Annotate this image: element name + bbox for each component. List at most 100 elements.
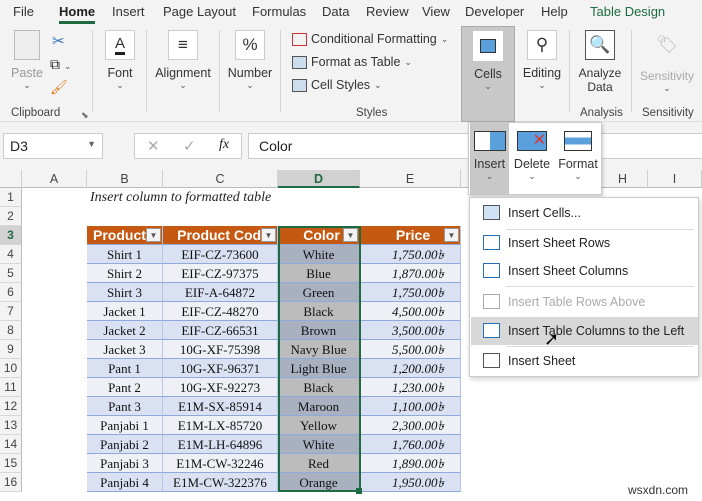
tab-home[interactable]: Home bbox=[59, 4, 96, 24]
table-cell[interactable]: E1M-LH-64896 bbox=[163, 435, 278, 454]
table-cell[interactable]: White bbox=[278, 245, 360, 264]
table-cell[interactable]: 1,870.00৳ bbox=[360, 264, 461, 283]
row-header[interactable]: 3 bbox=[0, 226, 22, 245]
row-header[interactable]: 9 bbox=[0, 340, 22, 359]
table-cell[interactable]: 1,230.00৳ bbox=[360, 378, 461, 397]
column-header[interactable]: B bbox=[87, 170, 163, 188]
tab-formulas[interactable]: Formulas bbox=[252, 4, 306, 19]
table-cell[interactable]: EIF-CZ-73600 bbox=[163, 245, 278, 264]
insert-button[interactable]: Insert ⌄ bbox=[470, 123, 509, 195]
select-all-button[interactable] bbox=[0, 170, 22, 188]
table-cell[interactable]: 1,100.00৳ bbox=[360, 397, 461, 416]
table-cell[interactable]: E1M-CW-32246 bbox=[163, 454, 278, 473]
filter-dropdown-icon[interactable]: ▼ bbox=[343, 228, 358, 242]
table-cell[interactable]: 10G-XF-92273 bbox=[163, 378, 278, 397]
table-header-cell[interactable]: Product ▼ bbox=[87, 226, 163, 245]
row-header[interactable]: 4 bbox=[0, 245, 22, 264]
conditional-formatting-button[interactable]: Conditional Formatting ⌄ bbox=[292, 32, 448, 46]
format-as-table-button[interactable]: Format as Table ⌄ bbox=[292, 55, 412, 69]
menu-insert-sheet-columns[interactable]: Insert Sheet Columns bbox=[471, 257, 698, 285]
table-cell[interactable]: E1M-LX-85720 bbox=[163, 416, 278, 435]
table-cell[interactable]: 1,750.00৳ bbox=[360, 245, 461, 264]
dialog-launcher-icon[interactable]: ⬊ bbox=[81, 110, 89, 121]
column-header[interactable]: A bbox=[22, 170, 87, 188]
row-header[interactable]: 14 bbox=[0, 435, 22, 454]
tab-insert[interactable]: Insert bbox=[112, 4, 145, 19]
table-cell[interactable]: 1,950.00৳ bbox=[360, 473, 461, 492]
fill-handle[interactable] bbox=[356, 488, 362, 494]
format-painter-icon[interactable]: 🖌 bbox=[50, 79, 68, 96]
analyze-data-button[interactable]: 🔍 Analyze Data bbox=[574, 30, 626, 94]
table-cell[interactable]: 4,500.00৳ bbox=[360, 302, 461, 321]
table-cell[interactable]: EIF-CZ-66531 bbox=[163, 321, 278, 340]
table-cell[interactable]: Green bbox=[278, 283, 360, 302]
table-cell[interactable]: Orange bbox=[278, 473, 360, 492]
menu-insert-sheet-rows[interactable]: Insert Sheet Rows bbox=[471, 229, 698, 257]
column-header[interactable]: C bbox=[163, 170, 278, 188]
filter-dropdown-icon[interactable]: ▼ bbox=[146, 228, 161, 242]
row-header[interactable]: 13 bbox=[0, 416, 22, 435]
table-cell[interactable]: 10G-XF-96371 bbox=[163, 359, 278, 378]
table-cell[interactable]: E1M-SX-85914 bbox=[163, 397, 278, 416]
table-cell[interactable]: Pant 3 bbox=[87, 397, 163, 416]
table-cell[interactable]: Black bbox=[278, 378, 360, 397]
table-cell[interactable]: Pant 2 bbox=[87, 378, 163, 397]
row-header[interactable]: 8 bbox=[0, 321, 22, 340]
table-cell[interactable]: Black bbox=[278, 302, 360, 321]
table-cell[interactable]: Shirt 2 bbox=[87, 264, 163, 283]
insert-function-icon[interactable]: fx bbox=[219, 137, 229, 153]
menu-insert-cells[interactable]: Insert Cells... bbox=[471, 199, 698, 227]
table-cell[interactable]: Pant 1 bbox=[87, 359, 163, 378]
table-cell[interactable]: Navy Blue bbox=[278, 340, 360, 359]
chevron-down-icon[interactable]: ▼ bbox=[87, 139, 96, 149]
format-button[interactable]: Format ⌄ bbox=[555, 123, 601, 195]
filter-dropdown-icon[interactable]: ▼ bbox=[261, 228, 276, 242]
alignment-button[interactable]: ≡ Alignment ⌄ bbox=[152, 30, 214, 91]
editing-button[interactable]: ⚲ Editing ⌄ bbox=[520, 30, 564, 91]
table-cell[interactable]: Yellow bbox=[278, 416, 360, 435]
table-cell[interactable]: 1,760.00৳ bbox=[360, 435, 461, 454]
delete-button[interactable]: ✕ Delete ⌄ bbox=[511, 123, 553, 195]
table-cell[interactable]: Panjabi 4 bbox=[87, 473, 163, 492]
cut-icon[interactable]: ✂ bbox=[52, 32, 65, 50]
table-cell[interactable]: White bbox=[278, 435, 360, 454]
table-cell[interactable]: Panjabi 3 bbox=[87, 454, 163, 473]
row-header[interactable]: 15 bbox=[0, 454, 22, 473]
table-cell[interactable]: EIF-A-64872 bbox=[163, 283, 278, 302]
paste-button[interactable]: Paste ⌄ bbox=[10, 30, 44, 91]
cells-button[interactable]: Cells ⌄ bbox=[461, 26, 515, 122]
row-header[interactable]: 1 bbox=[0, 188, 22, 207]
enter-check-icon[interactable]: ✓ bbox=[183, 137, 196, 155]
table-cell[interactable]: EIF-CZ-97375 bbox=[163, 264, 278, 283]
menu-insert-sheet[interactable]: Insert Sheet bbox=[471, 347, 698, 375]
column-header[interactable]: D bbox=[278, 170, 360, 188]
table-cell[interactable]: 1,750.00৳ bbox=[360, 283, 461, 302]
table-cell[interactable]: 10G-XF-75398 bbox=[163, 340, 278, 359]
row-header[interactable]: 12 bbox=[0, 397, 22, 416]
table-cell[interactable]: Jacket 1 bbox=[87, 302, 163, 321]
cell-styles-button[interactable]: Cell Styles ⌄ bbox=[292, 78, 382, 92]
row-header[interactable]: 11 bbox=[0, 378, 22, 397]
row-header[interactable]: 2 bbox=[0, 207, 22, 226]
table-cell[interactable]: 5,500.00৳ bbox=[360, 340, 461, 359]
table-cell[interactable]: 1,200.00৳ bbox=[360, 359, 461, 378]
table-cell[interactable]: Jacket 2 bbox=[87, 321, 163, 340]
table-cell[interactable]: 3,500.00৳ bbox=[360, 321, 461, 340]
menu-insert-table-columns-left[interactable]: Insert Table Columns to the Left bbox=[471, 317, 698, 345]
table-cell[interactable]: Shirt 1 bbox=[87, 245, 163, 264]
cancel-icon[interactable]: ✕ bbox=[147, 137, 160, 155]
table-cell[interactable]: 2,300.00৳ bbox=[360, 416, 461, 435]
table-header-cell[interactable]: Price ▼ bbox=[360, 226, 461, 245]
table-cell[interactable]: Brown bbox=[278, 321, 360, 340]
tab-table-design[interactable]: Table Design bbox=[590, 4, 665, 19]
table-cell[interactable]: Panjabi 1 bbox=[87, 416, 163, 435]
tab-review[interactable]: Review bbox=[366, 4, 409, 19]
tab-file[interactable]: File bbox=[13, 4, 34, 19]
table-cell[interactable]: Panjabi 2 bbox=[87, 435, 163, 454]
table-header-cell[interactable]: Product Code ▼ bbox=[163, 226, 278, 245]
table-cell[interactable]: Jacket 3 bbox=[87, 340, 163, 359]
tab-help[interactable]: Help bbox=[541, 4, 568, 19]
table-cell[interactable]: Shirt 3 bbox=[87, 283, 163, 302]
column-header[interactable]: E bbox=[360, 170, 461, 188]
menu-insert-table-rows-above[interactable]: Insert Table Rows Above bbox=[471, 288, 698, 316]
